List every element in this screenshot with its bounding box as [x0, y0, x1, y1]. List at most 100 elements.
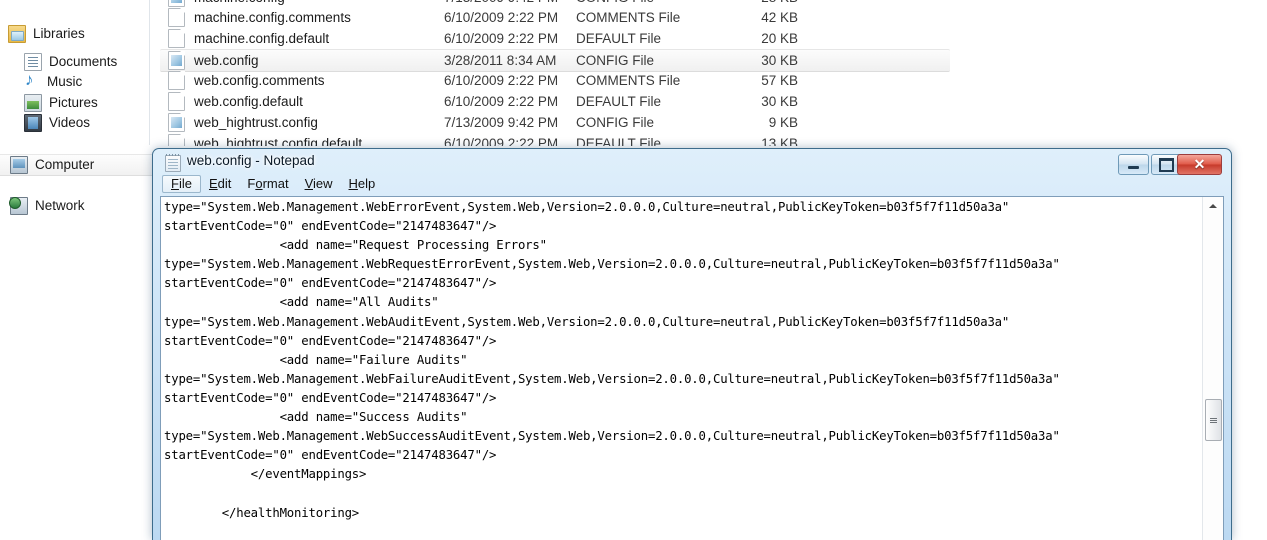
file-date: 3/28/2011 8:34 AM — [444, 52, 557, 68]
editor-line[interactable]: type="System.Web.Management.WebRequestEr… — [164, 255, 1202, 274]
network-icon — [9, 197, 28, 215]
maximize-icon — [1159, 157, 1174, 172]
sidebar-item-network[interactable]: Network — [9, 196, 85, 216]
menu-item-format[interactable]: Format — [239, 175, 296, 193]
editor-line[interactable]: <add name="Failure Audits" — [164, 351, 1202, 370]
pictures-icon — [24, 94, 42, 112]
minimize-icon — [1128, 166, 1139, 169]
notepad-client-area[interactable]: type="System.Web.Management.WebErrorEven… — [160, 196, 1224, 540]
editor-line[interactable]: startEventCode="0" endEventCode="2147483… — [164, 389, 1202, 408]
file-date: 6/10/2009 2:22 PM — [444, 72, 559, 88]
documents-icon — [24, 53, 42, 71]
sidebar-item-pictures[interactable]: Pictures — [24, 93, 98, 113]
file-name: web_hightrust.config — [194, 114, 318, 130]
file-size: 9 KB — [768, 114, 798, 130]
file-name: machine.config.default — [194, 30, 330, 46]
file-size: 13 KB — [761, 135, 798, 146]
nav-pane-divider — [149, 0, 150, 145]
vertical-scrollbar[interactable] — [1202, 197, 1223, 540]
editor-line[interactable]: type="System.Web.Management.WebFailureAu… — [164, 370, 1202, 389]
sidebar-item-label: Videos — [49, 115, 91, 130]
editor-line[interactable]: </healthMonitoring> — [164, 504, 1202, 523]
window-title: web.config - Notepad — [187, 153, 315, 168]
file-name: machine.config — [194, 0, 444, 5]
sidebar-item-label: Documents — [49, 54, 118, 69]
file-type: DEFAULT File — [576, 135, 662, 146]
config-file-icon — [168, 112, 185, 132]
videos-film-icon — [24, 114, 42, 132]
file-name: web.config.comments — [194, 72, 325, 88]
sidebar-item-libraries[interactable]: Libraries — [8, 24, 85, 44]
sidebar-item-label: Network — [35, 198, 85, 213]
file-type: CONFIG File — [576, 114, 655, 130]
file-row[interactable]: web.config 3/28/2011 8:34 AM CONFIG File 30… — [160, 49, 950, 72]
editor-line[interactable]: startEventCode="0" endEventCode="2147483… — [164, 274, 1202, 293]
editor-line[interactable]: type="System.Web.Management.WebErrorEven… — [164, 198, 1202, 217]
sidebar-item-label: Libraries — [33, 26, 85, 41]
editor-line[interactable]: <add name="Success Audits" — [164, 408, 1202, 427]
file-name: web_hightrust.config.default — [194, 135, 363, 146]
scroll-thumb[interactable] — [1205, 399, 1222, 441]
file-row[interactable]: web_hightrust.config.default 6/10/2009 2:… — [160, 133, 1267, 146]
library-folder-icon — [8, 25, 26, 43]
file-name: web.config — [194, 52, 259, 68]
close-button[interactable]: ✕ — [1177, 154, 1222, 175]
file-size: 28 KB — [726, 0, 798, 5]
file-type: CONFIG File — [576, 52, 655, 68]
file-row[interactable]: machine.config.comments 6/10/2009 2:22 PM… — [160, 7, 1267, 28]
editor-line[interactable]: type="System.Web.Management.WebSuccessAu… — [164, 427, 1202, 446]
editor-line[interactable]: <add name="Request Processing Errors" — [164, 236, 1202, 255]
file-row[interactable]: machine.config.default 6/10/2009 2:22 PM D… — [160, 28, 1267, 49]
sidebar-item-computer[interactable]: Computer — [0, 154, 160, 176]
computer-icon — [10, 156, 28, 174]
file-date: 6/10/2009 2:22 PM — [444, 135, 559, 146]
file-date: 6/10/2009 2:22 PM — [444, 30, 559, 46]
close-icon: ✕ — [1193, 156, 1206, 172]
navigation-pane: Libraries Documents Music Pictures Videos Com… — [0, 0, 160, 539]
file-date: 6/10/2009 2:22 PM — [444, 9, 559, 25]
file-size: 20 KB — [761, 30, 798, 46]
text-editor[interactable]: type="System.Web.Management.WebErrorEven… — [161, 197, 1202, 540]
chevron-up-icon — [1209, 204, 1217, 208]
file-row[interactable]: web.config.default 6/10/2009 2:22 PM DEFAU… — [160, 91, 1267, 112]
file-row[interactable]: web.config.comments 6/10/2009 2:22 PM COMM… — [160, 70, 1267, 91]
scroll-up-arrow[interactable] — [1203, 197, 1223, 215]
minimize-button[interactable] — [1118, 154, 1149, 175]
editor-line[interactable]: type="System.Web.Management.WebAuditEven… — [164, 313, 1202, 332]
sidebar-item-documents[interactable]: Documents — [24, 52, 117, 72]
menu-item-file[interactable]: File — [162, 175, 201, 193]
file-icon — [168, 7, 185, 27]
file-type: CONFIG File — [576, 0, 726, 5]
sidebar-item-label: Computer — [35, 157, 95, 172]
menu-item-help[interactable]: Help — [341, 175, 384, 193]
menu-item-edit[interactable]: Edit — [201, 175, 239, 193]
file-name: machine.config.comments — [194, 9, 351, 25]
editor-line[interactable]: startEventCode="0" endEventCode="2147483… — [164, 217, 1202, 236]
notepad-icon — [165, 154, 181, 172]
file-size: 57 KB — [761, 72, 798, 88]
editor-line[interactable] — [164, 484, 1202, 503]
file-date: 6/10/2009 2:22 PM — [444, 93, 559, 109]
editor-line[interactable] — [164, 523, 1202, 540]
file-size: 42 KB — [761, 9, 798, 25]
editor-line[interactable]: </eventMappings> — [164, 465, 1202, 484]
file-type: DEFAULT File — [576, 93, 662, 109]
sidebar-item-videos[interactable]: Videos — [24, 113, 90, 133]
editor-line[interactable]: <add name="All Audits" — [164, 293, 1202, 312]
editor-line[interactable]: startEventCode="0" endEventCode="2147483… — [164, 332, 1202, 351]
file-list-view[interactable]: machine.config7/13/2009 9:42 PMCONFIG Fi… — [160, 0, 1267, 146]
file-date: 7/13/2009 9:42 PM — [444, 0, 576, 5]
file-type: DEFAULT File — [576, 30, 662, 46]
sidebar-item-label: Music — [47, 74, 83, 89]
editor-line[interactable]: startEventCode="0" endEventCode="2147483… — [164, 446, 1202, 465]
menu-item-view[interactable]: View — [297, 175, 341, 193]
sidebar-item-music[interactable]: Music — [24, 70, 83, 92]
file-row[interactable]: web_hightrust.config 7/13/2009 9:42 PM CON… — [160, 112, 1267, 133]
notepad-window[interactable]: web.config - Notepad ✕ File Edit Format Vie… — [152, 148, 1232, 540]
file-size: 30 KB — [761, 93, 798, 109]
file-icon — [168, 133, 185, 146]
file-type: COMMENTS File — [576, 9, 681, 25]
notepad-title-bar[interactable]: web.config - Notepad ✕ — [156, 149, 1228, 175]
menu-bar[interactable]: File Edit Format View Help — [156, 175, 1228, 195]
file-icon — [168, 91, 185, 111]
